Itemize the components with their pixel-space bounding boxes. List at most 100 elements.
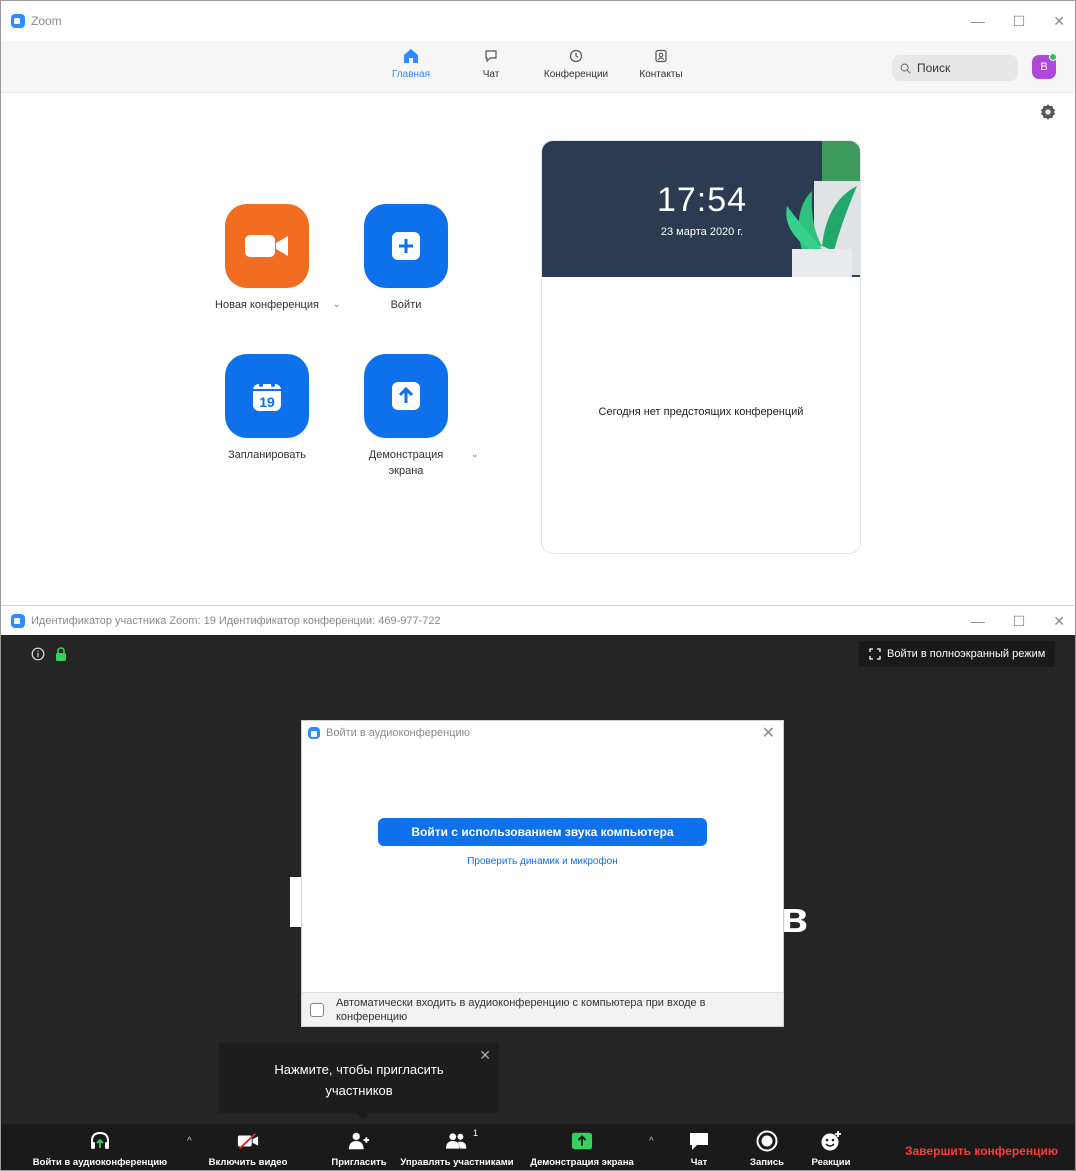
join-label: Войти	[390, 299, 422, 311]
invite-label: Пригласить	[331, 1157, 387, 1168]
plus-icon	[392, 232, 420, 260]
meeting-window-title: Идентификатор участника Zoom: 19 Идентиф…	[31, 614, 441, 627]
search-input[interactable]: Поиск	[892, 55, 1018, 81]
tab-chat[interactable]: Чат	[466, 47, 516, 80]
reactions-button[interactable]: Реакции	[803, 1124, 859, 1170]
share-screen-label: Демонстрация экрана	[368, 449, 444, 477]
fullscreen-icon	[869, 648, 881, 660]
dialog-title-bar: Войти в аудиоконференцию	[308, 727, 470, 739]
chat-bubble-icon	[688, 1130, 710, 1152]
end-meeting-button[interactable]: Завершить конференцию	[905, 1144, 1058, 1158]
chat-button[interactable]: Чат	[675, 1124, 723, 1170]
tab-meetings[interactable]: Конференции	[536, 47, 616, 80]
calendar-icon: 19	[253, 383, 281, 411]
no-meetings-text: Сегодня нет предстоящих конференций	[598, 406, 804, 418]
search-icon	[900, 63, 911, 73]
contacts-icon	[652, 47, 670, 65]
dialog-close-icon[interactable]: ✕	[762, 723, 775, 743]
chevron-down-icon[interactable]: ⌄	[471, 449, 479, 460]
smiley-plus-icon	[820, 1130, 842, 1152]
clock-time: 17:54	[656, 181, 748, 219]
info-icon[interactable]	[31, 647, 45, 661]
tooltip-text: Нажмите, чтобы пригласить участников	[274, 1062, 444, 1098]
invite-button[interactable]: Пригласить	[327, 1124, 391, 1170]
window-controls: — ☐ ✕	[971, 606, 1065, 636]
share-screen-button[interactable]	[364, 354, 448, 438]
search-placeholder: Поиск	[917, 61, 951, 75]
video-off-icon	[237, 1130, 259, 1152]
tooltip-arrow	[356, 1113, 370, 1120]
screenshot-root: Zoom — ☐ ✕ Главная Чат Конференции Конта…	[0, 0, 1076, 1171]
auto-join-label: Автоматически входить в аудиоконференцию…	[336, 997, 706, 1023]
join-audio-button[interactable]: Войти в аудиоконференцию	[19, 1124, 181, 1170]
zoom-logo-icon	[11, 14, 25, 28]
join-button[interactable]	[364, 204, 448, 288]
auto-join-checkbox[interactable]	[310, 1003, 324, 1017]
start-video-button[interactable]: Включить видео	[201, 1124, 295, 1170]
top-navbar: Главная Чат Конференции Контакты Поиск В	[1, 41, 1075, 93]
join-audio-dialog: Войти в аудиоконференцию ✕ Войти с испол…	[301, 720, 784, 1027]
record-label: Запись	[750, 1157, 784, 1168]
home-icon	[402, 47, 420, 65]
upcoming-meetings-card: 17:54 23 марта 2020 г. Сегодня нет предс…	[541, 140, 861, 554]
chat-icon	[482, 47, 500, 65]
title-bar: Zoom — ☐ ✕	[1, 1, 1075, 41]
manage-participants-label: Управлять участниками	[400, 1157, 514, 1168]
dialog-title: Войти в аудиоконференцию	[326, 727, 470, 739]
participants-count-badge: 1	[473, 1128, 479, 1138]
test-speaker-mic-link[interactable]: Проверить динамик и микрофон	[302, 856, 783, 867]
meeting-info-icons	[31, 647, 67, 661]
join-computer-audio-button[interactable]: Войти с использованием звука компьютера	[378, 818, 707, 846]
tab-contacts[interactable]: Контакты	[631, 47, 691, 80]
new-meeting-label: Новая конференция	[215, 299, 319, 311]
manage-participants-button[interactable]: Управлять участниками	[393, 1124, 521, 1170]
new-meeting-button[interactable]	[225, 204, 309, 288]
window-controls: — ☐ ✕	[971, 1, 1065, 41]
chevron-up-icon[interactable]: ^	[649, 1136, 654, 1147]
video-camera-icon	[245, 235, 288, 257]
meeting-toolbar: Войти в аудиоконференцию ^ Включить виде…	[1, 1124, 1075, 1170]
share-screen-toolbar-button[interactable]: Демонстрация экрана	[523, 1124, 641, 1170]
tooltip-close-icon[interactable]: ✕	[479, 1045, 491, 1066]
tab-home[interactable]: Главная	[381, 47, 441, 80]
calendar-day-text: 19	[259, 394, 275, 410]
close-icon[interactable]: ✕	[1053, 613, 1065, 630]
settings-gear-icon[interactable]	[1039, 103, 1057, 121]
minimize-icon[interactable]: —	[971, 613, 985, 629]
fullscreen-label: Войти в полноэкранный режим	[887, 648, 1046, 660]
join-audio-label: Войти в аудиоконференцию	[32, 1157, 168, 1168]
close-icon[interactable]: ✕	[1053, 13, 1065, 30]
zoom-meeting-window: Идентификатор участника Zoom: 19 Идентиф…	[1, 605, 1075, 1170]
add-user-icon	[348, 1130, 370, 1152]
chevron-up-icon[interactable]: ^	[187, 1136, 192, 1147]
tab-contacts-label: Контакты	[639, 69, 683, 80]
invite-tooltip: Нажмите, чтобы пригласить участников ✕	[219, 1043, 499, 1113]
share-screen-icon	[571, 1130, 593, 1152]
nav-tabs: Главная Чат Конференции Контакты	[381, 47, 691, 80]
start-video-label: Включить видео	[208, 1157, 288, 1168]
upload-arrow-icon	[392, 382, 420, 410]
chevron-down-icon[interactable]: ⌄	[333, 299, 341, 310]
chat-label: Чат	[690, 1157, 708, 1168]
window-title: Zoom	[31, 14, 62, 28]
online-status-dot	[1049, 53, 1057, 61]
clock-banner: 17:54 23 марта 2020 г.	[542, 141, 860, 277]
fullscreen-button[interactable]: Войти в полноэкранный режим	[859, 641, 1056, 667]
maximize-icon[interactable]: ☐	[1013, 613, 1026, 630]
schedule-label: Запланировать	[227, 449, 307, 461]
share-screen-toolbar-label: Демонстрация экрана	[530, 1157, 634, 1168]
lock-icon[interactable]	[55, 647, 67, 661]
participants-icon	[446, 1130, 468, 1152]
minimize-icon[interactable]: —	[971, 13, 985, 29]
meeting-title-bar: Идентификатор участника Zoom: 19 Идентиф…	[1, 605, 1075, 635]
schedule-button[interactable]: 19	[225, 354, 309, 438]
record-icon	[756, 1130, 778, 1152]
dialog-footer: Автоматически входить в аудиоконференцию…	[302, 992, 783, 1026]
tab-meetings-label: Конференции	[543, 69, 609, 80]
zoom-logo-icon	[308, 727, 320, 739]
record-button[interactable]: Запись	[739, 1124, 795, 1170]
clock-date: 23 марта 2020 г.	[660, 226, 744, 238]
zoom-home-window: Zoom — ☐ ✕ Главная Чат Конференции Конта…	[1, 1, 1075, 605]
tab-chat-label: Чат	[482, 69, 500, 80]
maximize-icon[interactable]: ☐	[1013, 13, 1026, 30]
